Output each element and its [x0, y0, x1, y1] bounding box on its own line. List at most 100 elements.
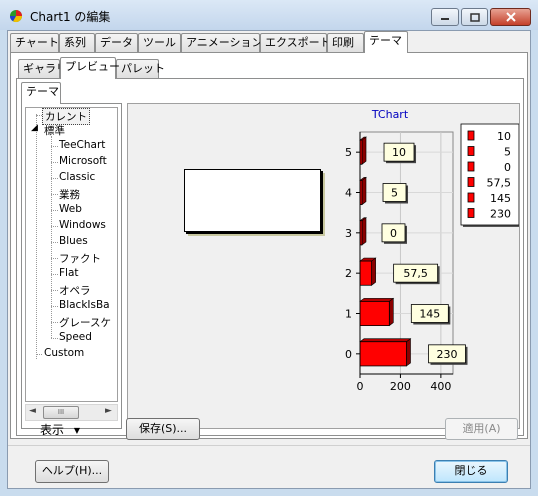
scroll-right-icon[interactable]: ►: [105, 406, 112, 416]
maximize-button[interactable]: [461, 8, 488, 26]
tree-item-fact[interactable]: ファクト: [59, 251, 101, 266]
x-tick-label: 0: [357, 380, 364, 393]
apply-button[interactable]: 適用(A): [445, 418, 518, 440]
tree-item-custom[interactable]: Custom: [44, 347, 84, 359]
y-tick-label: 0: [345, 348, 352, 361]
legend-swatch: [467, 161, 475, 172]
tree-item-microsoft[interactable]: Microsoft: [59, 155, 107, 167]
tree-connector: [51, 136, 52, 338]
value-label: 230: [437, 348, 458, 361]
tree-connector: [51, 146, 58, 147]
chart-back-wall: [359, 131, 454, 375]
dropdown-arrow-icon: ▼: [73, 426, 80, 435]
chart-preview-area: TChart 230 145 57,5 0 5 10 0 1 2 3 4 5 0 200 400 10 5 0…: [127, 103, 520, 429]
bar-side: [371, 257, 376, 286]
bar-side: [406, 338, 411, 367]
value-label: 145: [419, 308, 440, 321]
legend-swatch: [467, 146, 475, 156]
legend-entry: 145: [490, 192, 511, 205]
tab-gallery[interactable]: ギャラリ: [18, 59, 67, 79]
tree-connector: [36, 354, 42, 355]
legend-swatch: [467, 177, 475, 187]
scroll-thumb[interactable]: III: [43, 406, 79, 419]
legend-entry: 5: [504, 146, 511, 159]
tree-item-standard[interactable]: 標準: [44, 123, 65, 138]
theme-panel: ギャラリ プレビュー パレット テーマ カレント ◢ 標準 TeeChart M…: [10, 52, 528, 439]
save-button[interactable]: 保存(S)...: [126, 418, 200, 440]
tree-item-business[interactable]: 業務: [59, 187, 80, 202]
tab-preview[interactable]: プレビュー: [60, 57, 120, 79]
minimize-icon: [441, 18, 449, 20]
tab-export[interactable]: エクスポート: [260, 33, 331, 53]
scroll-left-icon[interactable]: ◄: [29, 406, 36, 416]
tree-connector: [36, 114, 37, 359]
tree-connector: [51, 322, 58, 323]
tab-series[interactable]: 系列: [59, 33, 95, 53]
bar-chart[interactable]: TChart 230 145 57,5 0 5 10 0 1 2 3 4 5 0 200 400 10 5 0…: [128, 104, 519, 428]
tree-item-teechart[interactable]: TeeChart: [59, 139, 105, 151]
tab-palette[interactable]: パレット: [116, 59, 165, 79]
tab-chart[interactable]: チャート: [10, 33, 59, 53]
window-title: Chart1 の編集: [30, 10, 111, 24]
bar-side: [361, 176, 367, 206]
x-tick-label: 200: [390, 380, 411, 393]
minimize-button[interactable]: [431, 8, 459, 26]
tab-print[interactable]: 印刷: [327, 33, 364, 53]
theme-tree[interactable]: カレント ◢ 標準 TeeChart Microsoft Classic 業務 …: [25, 107, 118, 402]
tree-connector: [51, 210, 58, 211]
legend-swatch: [467, 208, 475, 218]
show-label: 表示: [40, 423, 65, 437]
tab-theme[interactable]: テーマ: [364, 31, 408, 53]
tree-item-speed[interactable]: Speed: [59, 331, 92, 343]
chart-title: TChart: [371, 108, 409, 121]
legend-entry: 10: [497, 130, 511, 143]
close-window-button[interactable]: [490, 8, 531, 26]
tree-connector: [51, 226, 58, 227]
tree-item-blues[interactable]: Blues: [59, 235, 88, 247]
tree-item-classic[interactable]: Classic: [59, 171, 95, 183]
y-tick-label: 2: [345, 267, 352, 280]
tree-connector: [51, 306, 58, 307]
tree-expand-icon[interactable]: ◢: [31, 123, 38, 133]
tree-connector: [51, 178, 58, 179]
tree-connector: [51, 162, 58, 163]
tree-connector: [51, 274, 58, 275]
show-dropdown[interactable]: 表示 ▼: [40, 421, 80, 438]
tab-animation[interactable]: アニメーション: [181, 33, 263, 53]
legend-swatch: [467, 192, 475, 203]
theme-tree-frame: カレント ◢ 標準 TeeChart Microsoft Classic 業務 …: [21, 103, 122, 429]
title-bar[interactable]: Chart1 の編集: [0, 0, 538, 30]
tree-item-grayscale[interactable]: グレースケ: [59, 315, 111, 330]
tree-horizontal-scrollbar[interactable]: ◄ III ►: [25, 404, 118, 421]
tree-item-windows[interactable]: Windows: [59, 219, 106, 231]
x-tick-label: 400: [430, 380, 451, 393]
tab-tools[interactable]: ツール: [138, 33, 181, 53]
tab-theme-list[interactable]: テーマ: [21, 82, 61, 104]
bar-top: [359, 298, 395, 302]
tree-item-blackisback[interactable]: BlackIsBa: [59, 299, 110, 311]
tree-item-web[interactable]: Web: [59, 203, 82, 215]
bar: [359, 260, 373, 286]
value-label: 5: [391, 187, 398, 200]
chart-legend: 10 5 0 57,5 145 230: [460, 123, 519, 227]
value-label: 0: [390, 227, 397, 240]
tree-item-flat[interactable]: Flat: [59, 267, 79, 279]
help-button[interactable]: ヘルプ(H)...: [35, 460, 109, 483]
tree-item-opera[interactable]: オペラ: [59, 283, 91, 298]
y-tick-label: 4: [345, 187, 352, 200]
legend-entry: 0: [504, 161, 511, 174]
tree-connector: [51, 258, 58, 259]
y-tick-label: 1: [345, 308, 352, 321]
preview-panel: テーマ カレント ◢ 標準 TeeChart Microsoft Classic…: [16, 78, 524, 436]
tab-data[interactable]: データ: [95, 33, 138, 53]
value-label: 10: [392, 146, 406, 159]
close-button[interactable]: 閉じる: [434, 460, 508, 483]
teechart-app-icon: [9, 10, 22, 23]
bar-side: [389, 297, 394, 327]
y-tick-label: 5: [345, 146, 352, 159]
dialog-body: チャート 系列 データ ツール アニメーション エクスポート 印刷 テーマ ギャ…: [7, 30, 531, 489]
maximize-icon: [469, 12, 480, 22]
bar-side: [361, 217, 367, 246]
legend-entry: 230: [490, 208, 511, 221]
bar-top: [359, 338, 412, 343]
